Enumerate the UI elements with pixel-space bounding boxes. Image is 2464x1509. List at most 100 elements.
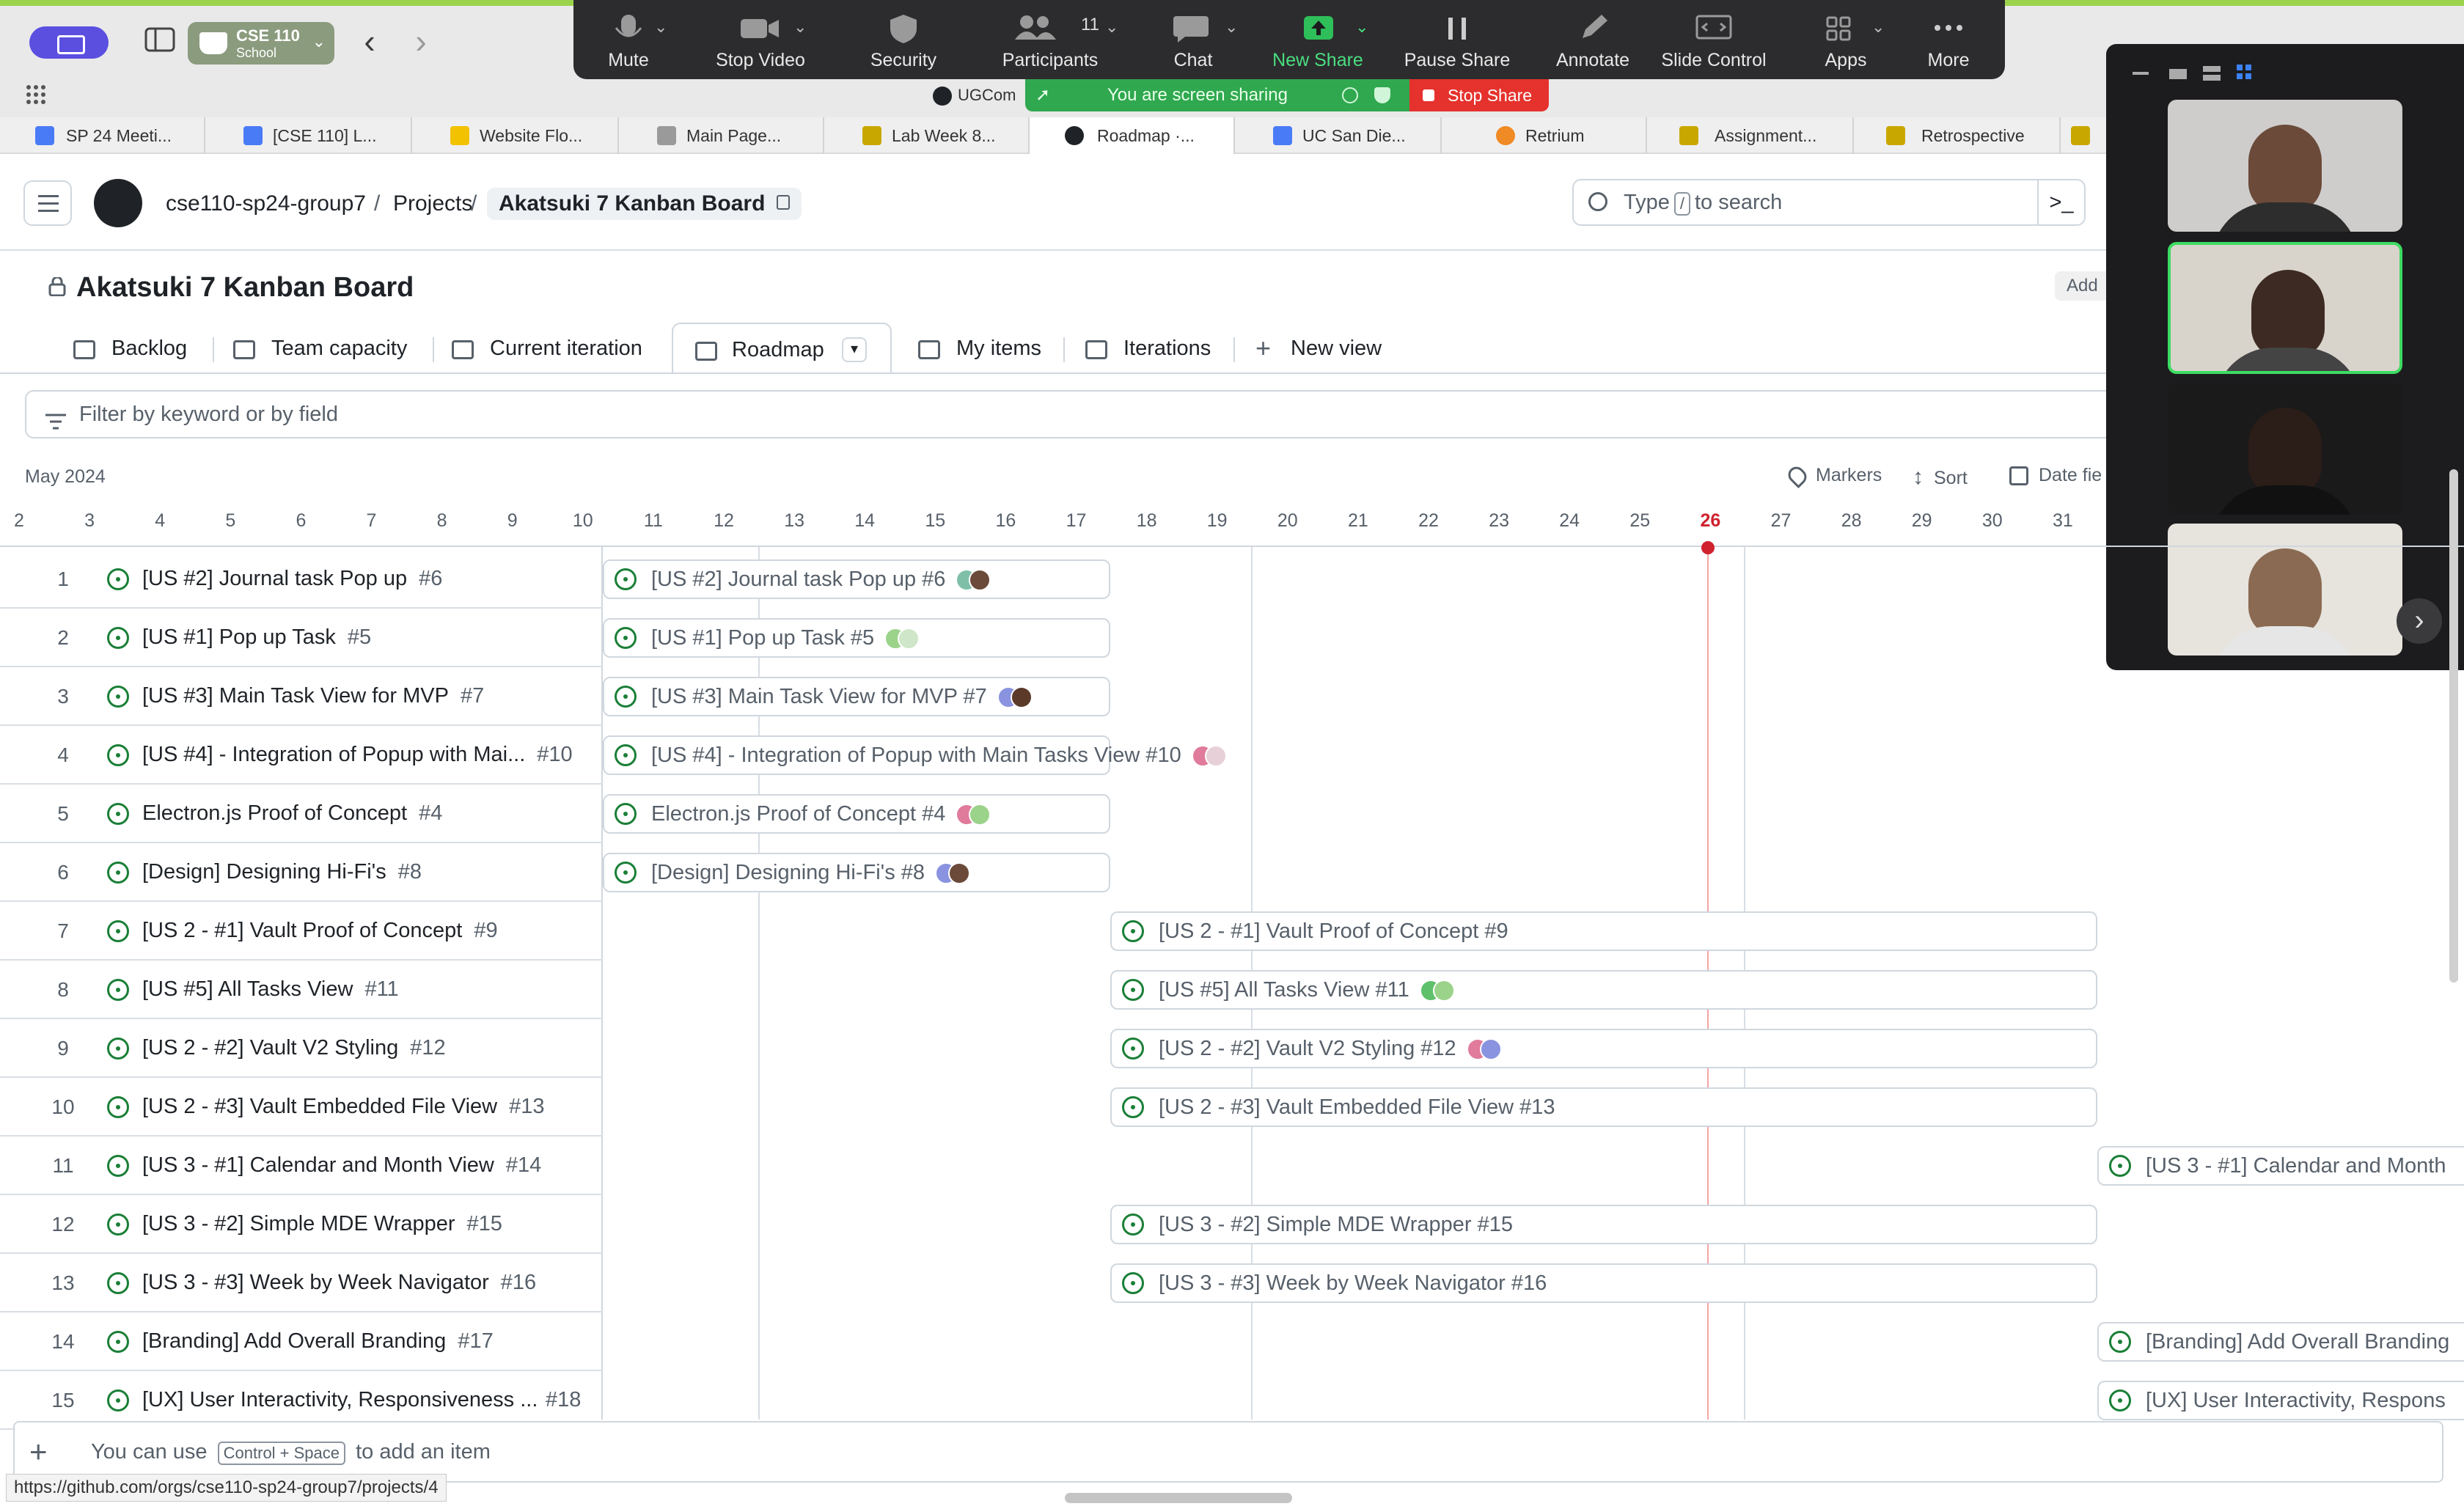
browser-tab[interactable]: [CSE 110] L... [205, 117, 412, 154]
space-selector[interactable]: CSE 110 School ⌄ [188, 22, 334, 65]
item-title[interactable]: [US #2] Journal task Pop up [142, 567, 407, 591]
roadmap-bar[interactable]: [US 3 - #2] Simple MDE Wrapper #15 [1110, 1205, 2097, 1244]
browser-tab[interactable]: Retrium [1442, 117, 1647, 154]
timeline-day: 30 [1981, 510, 2003, 531]
item-title[interactable]: [US 3 - #1] Calendar and Month View [142, 1153, 494, 1178]
tab-label: Retrium [1525, 126, 1585, 145]
tab-team-capacity[interactable]: Team capacity [233, 323, 407, 374]
item-title[interactable]: [US #1] Pop up Task [142, 625, 336, 650]
markers-button[interactable]: Markers [1785, 463, 1882, 489]
assignee-avatar[interactable] [948, 862, 971, 885]
browser-tab[interactable]: Retrospective [1854, 117, 2061, 154]
roadmap-bar[interactable]: [Design] Designing Hi-Fi's #8 [603, 853, 1110, 892]
tab-iterations[interactable]: Iterations [1085, 323, 1211, 374]
date-fields-button[interactable]: Date fie [2009, 465, 2102, 486]
participant-video[interactable] [2168, 100, 2402, 232]
stop-video-button[interactable]: ⌄ Stop Video [698, 0, 823, 79]
item-title[interactable]: [Design] Designing Hi-Fi's [142, 860, 386, 884]
item-title[interactable]: [US #3] Main Task View for MVP [142, 684, 449, 708]
assignee-avatar[interactable] [1432, 980, 1455, 1002]
roadmap-bar[interactable]: [US 2 - #2] Vault V2 Styling #12 [1110, 1029, 2097, 1068]
more-button[interactable]: More [1901, 0, 1996, 79]
menu-icon[interactable] [23, 180, 72, 226]
roadmap-bar[interactable]: [UX] User Interactivity, Respons [2097, 1381, 2464, 1420]
item-title[interactable]: [US 2 - #3] Vault Embedded File View [142, 1095, 497, 1119]
assignee-avatar[interactable] [1010, 686, 1033, 709]
next-page-icon[interactable]: › [2397, 598, 2442, 644]
filter-input[interactable]: Filter by keyword or by field [25, 390, 2106, 438]
breadcrumb-org[interactable]: cse110-sp24-group7 [166, 188, 366, 220]
roadmap-bar[interactable]: Electron.js Proof of Concept #4 [603, 794, 1110, 834]
browser-tab[interactable]: Lab Week 8... [824, 117, 1030, 154]
horizontal-scrollbar[interactable] [1065, 1493, 1292, 1503]
breadcrumb-project[interactable]: Akatsuki 7 Kanban Board [487, 188, 802, 220]
participant-video[interactable] [2168, 383, 2402, 515]
annotate-button[interactable]: Annotate [1534, 0, 1651, 79]
assignee-avatar[interactable] [1204, 745, 1227, 768]
plus-icon[interactable]: + [29, 1422, 48, 1481]
stop-share-button[interactable]: Stop Share [1409, 79, 1549, 111]
new-view-button[interactable]: + New view [1255, 323, 1382, 374]
roadmap-bar[interactable]: [US 2 - #3] Vault Embedded File View #13 [1110, 1087, 2097, 1127]
roadmap-bar[interactable]: [US #5] All Tasks View #11 [1110, 970, 2097, 1010]
browser-tab[interactable]: Assignment... [1647, 117, 1854, 154]
new-share-button[interactable]: ⌄ New Share [1255, 0, 1380, 79]
assignee-avatar[interactable] [1479, 1038, 1502, 1061]
browser-tab[interactable]: Website Flo... [412, 117, 619, 154]
roadmap-bar[interactable]: [US #2] Journal task Pop up #6 [603, 559, 1110, 599]
chevron-down-icon[interactable]: ▾ [842, 337, 867, 362]
github-logo-icon[interactable] [94, 179, 142, 227]
item-title[interactable]: [Branding] Add Overall Branding [142, 1329, 446, 1354]
item-title[interactable]: [UX] User Interactivity, Responsiveness … [142, 1388, 538, 1412]
roadmap-bar[interactable]: [US 3 - #1] Calendar and Month [2097, 1146, 2464, 1186]
record-icon[interactable] [1342, 87, 1358, 103]
add-button[interactable]: Add [2055, 271, 2106, 301]
roadmap-bar[interactable]: [Branding] Add Overall Branding [2097, 1322, 2464, 1362]
workspace-switcher-icon[interactable] [29, 26, 109, 59]
roadmap-bar[interactable]: [US 3 - #3] Week by Week Navigator #16 [1110, 1263, 2097, 1303]
browser-tab[interactable]: UC San Die... [1235, 117, 1442, 154]
forward-arrow-icon[interactable]: › [405, 24, 437, 60]
participant-video[interactable] [2168, 524, 2402, 656]
assignee-avatar[interactable] [969, 569, 991, 592]
security-button[interactable]: Security [845, 0, 962, 79]
item-title[interactable]: [US 3 - #3] Week by Week Navigator [142, 1271, 489, 1295]
tab-backlog[interactable]: Backlog [73, 323, 187, 374]
tab-roadmap[interactable]: Roadmap ▾ [672, 323, 892, 374]
command-palette-icon[interactable]: >_ [2037, 180, 2084, 224]
sort-button[interactable]: ↕ Sort [1913, 465, 1968, 490]
assignee-avatar[interactable] [969, 804, 991, 826]
slide-control-button[interactable]: Slide Control [1637, 0, 1791, 79]
mute-button[interactable]: ⌄ Mute [573, 0, 683, 79]
roadmap-bar[interactable]: [US #4] - Integration of Popup with Main… [603, 735, 1227, 775]
search-input[interactable]: Type / to search >_ [1572, 179, 2086, 226]
apps-button[interactable]: ⌄ Apps [1798, 0, 1893, 79]
item-title[interactable]: Electron.js Proof of Concept [142, 801, 407, 826]
avatar [2248, 125, 2322, 213]
item-title[interactable]: [US 2 - #1] Vault Proof of Concept [142, 919, 462, 943]
item-title[interactable]: [US 3 - #2] Simple MDE Wrapper [142, 1212, 455, 1236]
assignee-avatar[interactable] [898, 628, 920, 650]
item-title[interactable]: [US #4] - Integration of Popup with Mai.… [142, 743, 525, 767]
vertical-scrollbar[interactable] [2449, 469, 2458, 983]
roadmap-bar[interactable]: [US 2 - #1] Vault Proof of Concept #9 [1110, 911, 2097, 951]
browser-tab[interactable]: Main Page... [619, 117, 824, 154]
browser-tab-active[interactable]: Roadmap ·... [1030, 117, 1235, 154]
roadmap-bar[interactable]: [US #1] Pop up Task #5 [603, 618, 1110, 658]
participants-button[interactable]: ⌄ 11 Participants [969, 0, 1131, 79]
breadcrumb-projects[interactable]: Projects [393, 188, 472, 220]
sidebar-toggle-icon[interactable] [139, 26, 180, 59]
browser-tab[interactable]: SP 24 Meeti... [0, 117, 205, 154]
tab-current-iteration[interactable]: Current iteration [452, 323, 642, 374]
pause-share-button[interactable]: Pause Share [1387, 0, 1527, 79]
grid-icon[interactable] [25, 84, 47, 106]
chat-button[interactable]: ⌄ Chat [1138, 0, 1248, 79]
tab-my-items[interactable]: My items [918, 323, 1041, 374]
back-arrow-icon[interactable]: ‹ [353, 24, 386, 60]
roadmap-bar[interactable]: [US #3] Main Task View for MVP #7 [603, 677, 1110, 716]
participant-video-active[interactable] [2168, 242, 2402, 374]
item-number: #9 [474, 919, 498, 942]
item-title[interactable]: [US 2 - #2] Vault V2 Styling [142, 1036, 398, 1060]
today-marker-dot [1701, 541, 1715, 554]
item-title[interactable]: [US #5] All Tasks View [142, 977, 353, 1002]
